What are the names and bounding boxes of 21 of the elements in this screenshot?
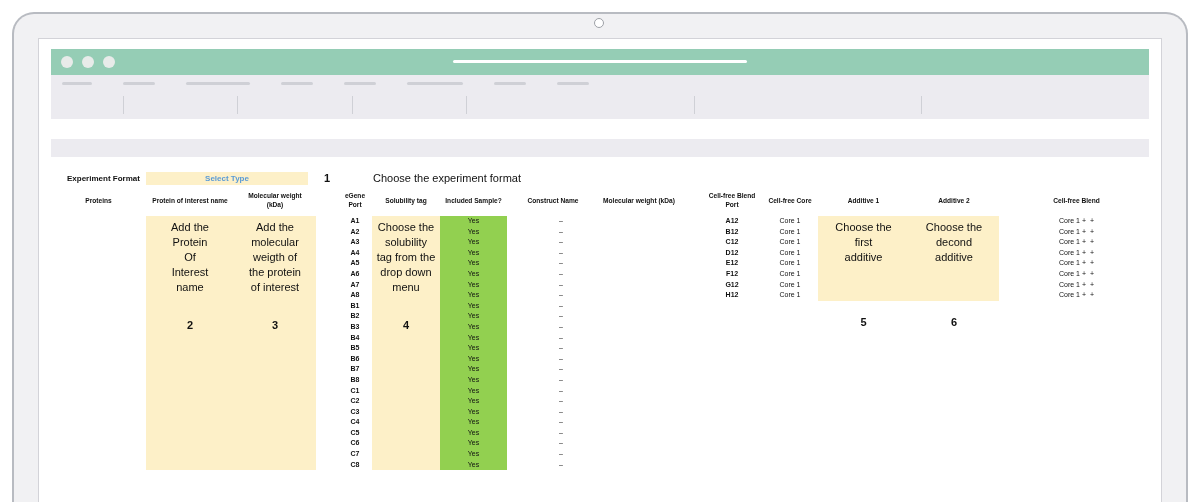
format-label: Experiment Format <box>66 173 141 183</box>
hint-text: Add the Protein Of Interest name <box>171 220 209 295</box>
window-control-button[interactable] <box>82 56 94 68</box>
window-control-button[interactable] <box>103 56 115 68</box>
hint-text: Choose the decond additive <box>924 220 984 265</box>
hint-text: Choose the solubility tag from the drop down menu <box>376 220 436 295</box>
hint-text: Choose the first additive <box>834 220 893 265</box>
camera-icon <box>594 18 604 28</box>
input-area[interactable]: Add the molecular weigth of the protein of interest 3 <box>234 216 316 471</box>
step-number: 4 <box>402 319 410 331</box>
step-number: 3 <box>271 319 279 331</box>
hint-text: Add the molecular weigth of the protein of interest <box>249 220 301 295</box>
step-number: 6 <box>949 315 959 328</box>
additive-input-area[interactable] <box>818 216 999 301</box>
step-number: 2 <box>186 319 194 331</box>
input-area[interactable]: Choose the solubility tag from the drop down menu 4 <box>372 216 440 471</box>
step-number: 1 <box>322 172 332 184</box>
instruction-text: Choose the experiment format <box>372 172 522 184</box>
window-control-button[interactable] <box>61 56 73 68</box>
input-area[interactable]: Add the Protein Of Interest name 2 <box>146 216 234 471</box>
step-number: 5 <box>859 315 868 328</box>
